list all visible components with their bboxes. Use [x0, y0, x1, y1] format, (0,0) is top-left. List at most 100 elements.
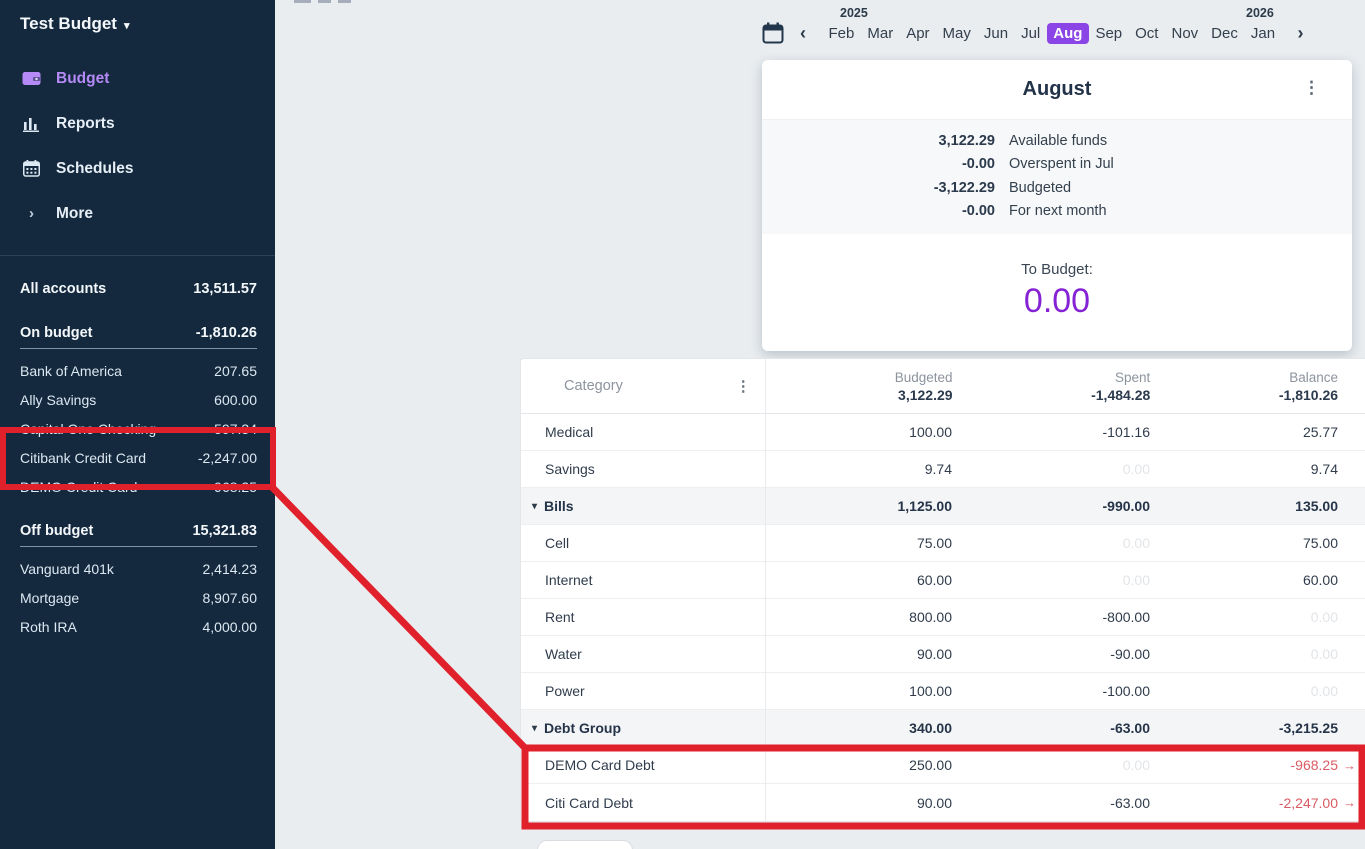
balance-cell[interactable]: 75.00 [1150, 535, 1338, 551]
budgeted-cell[interactable]: 9.74 [764, 461, 952, 477]
table-group-row-bills[interactable]: ▾ Bills 1,125.00 -990.00 135.00 [521, 488, 1365, 525]
month-tab-mar[interactable]: Mar [861, 23, 900, 44]
balance-cell[interactable]: 60.00 [1150, 572, 1338, 588]
balance-cell[interactable]: 25.77 [1150, 424, 1338, 440]
prev-month-button[interactable]: ‹ [797, 23, 809, 44]
account-row-bank-of-america[interactable]: Bank of America 207.65 [20, 356, 257, 385]
sidebar-item-reports[interactable]: Reports [0, 101, 275, 146]
spent-cell[interactable]: 0.00 [952, 461, 1150, 477]
budgeted-cell[interactable]: 90.00 [764, 795, 952, 811]
budgeted-cell[interactable]: 100.00 [764, 424, 952, 440]
balance-cell[interactable]: -2,247.00 [1150, 795, 1338, 811]
balance-cell[interactable]: -968.25 [1150, 757, 1338, 773]
off-budget-value: 15,321.83 [192, 523, 257, 539]
balance-cell[interactable]: 0.00 [1150, 683, 1338, 699]
spent-cell[interactable]: -800.00 [952, 609, 1150, 625]
budgeted-cell[interactable]: 90.00 [764, 646, 952, 662]
account-row-roth-ira[interactable]: Roth IRA 4,000.00 [20, 612, 257, 641]
table-group-row-debt-group[interactable]: ▾ Debt Group 340.00 -63.00 -3,215.25 [521, 710, 1365, 747]
spent-cell[interactable]: -101.16 [952, 424, 1150, 440]
all-accounts-row[interactable]: All accounts 13,511.57 [20, 275, 257, 303]
balance-cell[interactable]: 0.00 [1150, 646, 1338, 662]
sidebar-item-label: Schedules [56, 160, 134, 178]
month-tab-aug-selected[interactable]: Aug [1047, 23, 1089, 44]
sidebar-item-more[interactable]: › More [0, 191, 275, 236]
spent-cell[interactable]: -63.00 [952, 795, 1150, 811]
category-name: Internet [521, 572, 764, 588]
budgeted-value: -3,122.29 [762, 177, 995, 200]
table-row-rent[interactable]: Rent 800.00 -800.00 0.00 [521, 599, 1365, 636]
table-row-water[interactable]: Water 90.00 -90.00 0.00 [521, 636, 1365, 673]
balance-cell[interactable]: 9.74 [1150, 461, 1338, 477]
balance-column-header[interactable]: Balance -1,810.26 [1150, 370, 1338, 403]
table-row-power[interactable]: Power 100.00 -100.00 0.00 [521, 673, 1365, 710]
table-row-medical[interactable]: Medical 100.00 -101.16 25.77 [521, 414, 1365, 451]
balance-cell: 135.00 [1150, 498, 1338, 514]
carryover-arrow-icon[interactable]: → [1338, 795, 1365, 810]
on-budget-header[interactable]: On budget -1,810.26 [20, 323, 257, 349]
table-row-savings[interactable]: Savings 9.74 0.00 9.74 [521, 451, 1365, 488]
month-tab-jan[interactable]: Jan [1244, 23, 1281, 44]
budgeted-cell[interactable]: 60.00 [764, 572, 952, 588]
spent-cell[interactable]: 0.00 [952, 572, 1150, 588]
account-row-capital-one-checking[interactable]: Capital One Checking 597.34 [20, 414, 257, 443]
budgeted-column-header[interactable]: Budgeted 3,122.29 [765, 370, 953, 403]
add-group-button[interactable] [537, 840, 633, 849]
off-budget-header[interactable]: Off budget 15,321.83 [20, 521, 257, 547]
next-month-button[interactable]: › [1295, 23, 1307, 44]
account-row-ally-savings[interactable]: Ally Savings 600.00 [20, 385, 257, 414]
month-tab-jun[interactable]: Jun [977, 23, 1014, 44]
to-budget-value[interactable]: 0.00 [762, 282, 1352, 321]
budgeted-cell[interactable]: 250.00 [764, 757, 952, 773]
bar-chart-icon [22, 116, 41, 132]
next-month-label: For next month [1009, 200, 1352, 223]
month-tab-feb[interactable]: Feb [822, 23, 861, 44]
spent-cell[interactable]: -90.00 [952, 646, 1150, 662]
month-tab-sep[interactable]: Sep [1089, 23, 1129, 44]
calendar-icon [22, 160, 41, 177]
sidebar-item-schedules[interactable]: Schedules [0, 146, 275, 191]
table-row-demo-card-debt[interactable]: DEMO Card Debt 250.00 0.00 -968.25 → [521, 747, 1365, 784]
month-tab-oct[interactable]: Oct [1129, 23, 1165, 44]
account-name: Bank of America [20, 363, 122, 379]
month-tab-jul[interactable]: Jul [1015, 23, 1047, 44]
spent-column-header[interactable]: Spent -1,484.28 [953, 370, 1151, 403]
account-row-vanguard-401k[interactable]: Vanguard 401k 2,414.23 [20, 554, 257, 583]
table-row-cell[interactable]: Cell 75.00 0.00 75.00 [521, 525, 1365, 562]
cutoff-toolbar-mark [338, 0, 351, 3]
budgeted-cell[interactable]: 75.00 [764, 535, 952, 551]
collapse-arrow-icon[interactable]: ▾ [532, 723, 537, 734]
kebab-menu-icon[interactable]: ⋮ [736, 377, 751, 395]
carryover-arrow-icon[interactable]: → [1338, 758, 1365, 773]
collapse-arrow-icon[interactable]: ▾ [532, 501, 537, 512]
month-picker-years: 2025 2026 [762, 6, 1322, 20]
account-row-demo-credit-card[interactable]: DEMO Credit Card -968.25 [20, 472, 257, 501]
balance-cell[interactable]: 0.00 [1150, 609, 1338, 625]
table-row-internet[interactable]: Internet 60.00 0.00 60.00 [521, 562, 1365, 599]
account-name: Citibank Credit Card [20, 450, 146, 466]
month-tab-dec[interactable]: Dec [1205, 23, 1245, 44]
budgeted-cell: 340.00 [764, 720, 952, 736]
calendar-icon[interactable] [762, 22, 784, 44]
budgeted-cell[interactable]: 100.00 [764, 683, 952, 699]
spent-cell[interactable]: 0.00 [952, 535, 1150, 551]
spent-cell[interactable]: -100.00 [952, 683, 1150, 699]
budget-file-switcher[interactable]: Test Budget ▾ [0, 0, 275, 46]
month-tab-apr[interactable]: Apr [900, 23, 936, 44]
month-tab-nov[interactable]: Nov [1165, 23, 1205, 44]
month-tab-may[interactable]: May [936, 23, 977, 44]
budgeted-cell[interactable]: 800.00 [764, 609, 952, 625]
budgeted-label: Budgeted [1009, 177, 1352, 200]
year-label-left: 2025 [840, 6, 868, 20]
spent-cell[interactable]: 0.00 [952, 757, 1150, 773]
category-name: DEMO Card Debt [521, 757, 764, 773]
group-name: Debt Group [544, 720, 621, 736]
table-row-citi-card-debt[interactable]: Citi Card Debt 90.00 -63.00 -2,247.00 → [521, 784, 1365, 821]
account-row-citibank-credit-card[interactable]: Citibank Credit Card -2,247.00 [20, 443, 257, 472]
category-name: Power [521, 683, 764, 699]
sidebar-item-budget[interactable]: Budget [0, 56, 275, 101]
chevron-right-icon: › [22, 205, 41, 222]
kebab-menu-icon[interactable]: ⋮ [1303, 78, 1320, 98]
main-content: 2025 2026 ‹ Feb Mar Apr May Jun Jul Aug … [275, 0, 1365, 849]
account-row-mortgage[interactable]: Mortgage 8,907.60 [20, 583, 257, 612]
